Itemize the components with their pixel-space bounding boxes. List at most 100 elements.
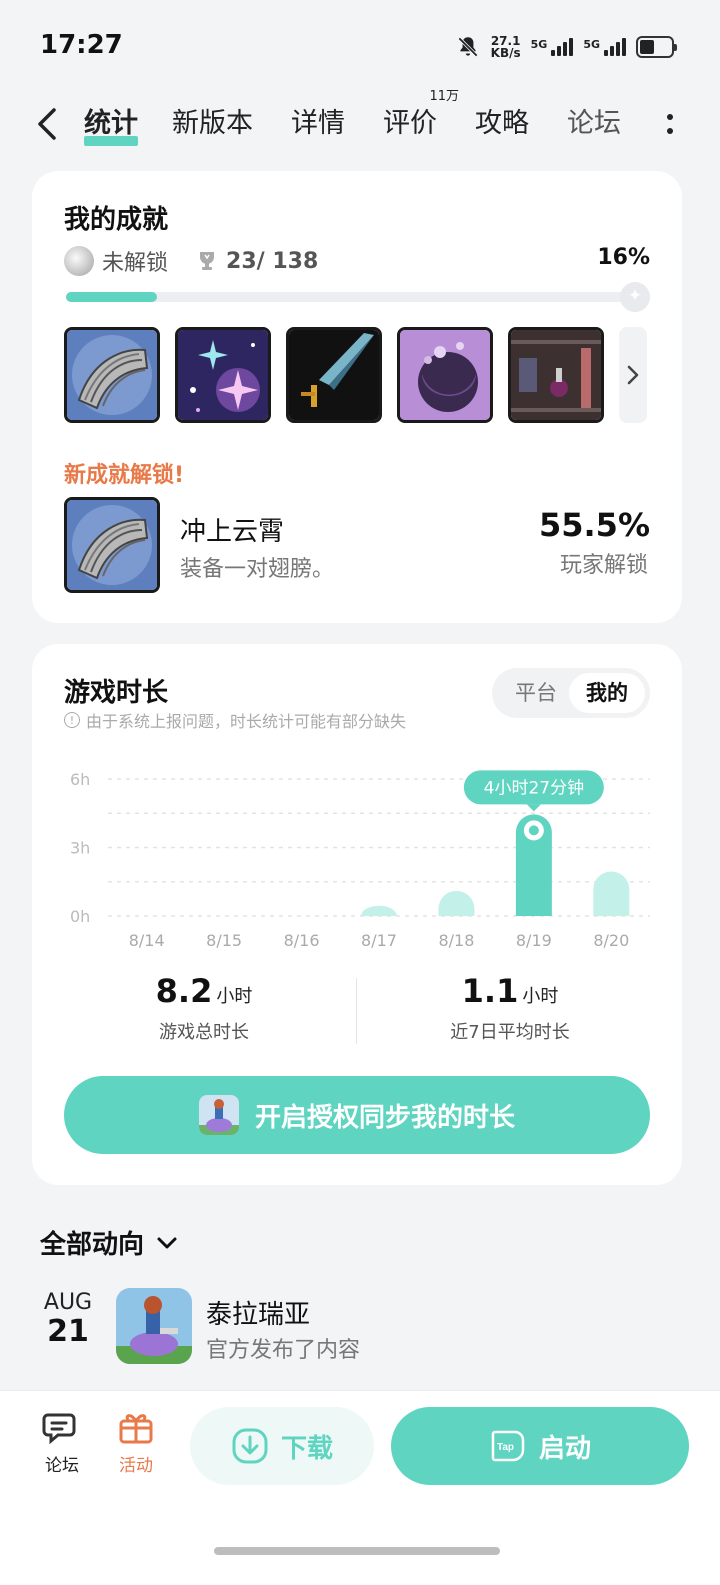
tab-reviews-label: 评价 xyxy=(383,108,437,139)
sync-button-label: 开启授权同步我的时长 xyxy=(254,1102,515,1133)
y-tick-label: 6h xyxy=(70,770,90,789)
y-tick-label: 3h xyxy=(70,839,90,858)
new-achievement-percent-label: 玩家解锁 xyxy=(559,553,648,578)
badge-shadow-orb[interactable] xyxy=(397,327,493,423)
home-indicator xyxy=(214,1547,500,1555)
blade-icon xyxy=(289,330,379,420)
bottom-bar: 论坛 活动 下载 Tap 启动 xyxy=(0,1390,720,1585)
x-tick-label: 8/16 xyxy=(284,931,320,950)
chart-bar[interactable] xyxy=(593,871,630,916)
chevron-down-icon xyxy=(157,1237,177,1248)
total-playtime-label: 游戏总时长 xyxy=(159,1022,249,1043)
trends-filter[interactable]: 全部动向 xyxy=(40,1224,180,1261)
shadow-orb-icon xyxy=(400,330,490,420)
feed-game-icon[interactable] xyxy=(116,1288,192,1364)
sync-playtime-button[interactable]: 开启授权同步我的时长 xyxy=(64,1076,650,1154)
locked-orb-icon xyxy=(64,246,94,276)
progress-star-icon xyxy=(620,282,650,312)
sparkle-icon xyxy=(178,330,268,420)
playtime-note: ! 由于系统上报问题，时长统计可能有部分缺失 xyxy=(64,708,406,732)
activity-button[interactable]: 活动 xyxy=(106,1409,166,1476)
battery-icon xyxy=(636,36,677,58)
forum-chat-icon xyxy=(42,1413,76,1445)
tab-details[interactable]: 详情 xyxy=(291,104,345,144)
y-tick-label: 0h xyxy=(70,907,90,926)
tab-stats[interactable]: 统计 xyxy=(84,104,138,146)
wings-icon xyxy=(67,500,157,590)
achievement-progress xyxy=(66,282,650,312)
more-menu-icon[interactable] xyxy=(666,110,674,140)
svg-text:Tap: Tap xyxy=(497,1442,514,1453)
platform-toggle: 平台 我的 xyxy=(492,668,650,718)
status-bar: 17:27 27.1 KB/s 5G 5G xyxy=(0,0,720,90)
chart-tooltip-label: 4小时27分钟 xyxy=(484,778,584,798)
back-arrow-icon[interactable] xyxy=(30,104,64,144)
chart-bar[interactable] xyxy=(361,905,397,916)
x-tick-label: 8/17 xyxy=(361,931,397,950)
download-icon xyxy=(232,1428,268,1464)
status-icons: 27.1 KB/s 5G 5G xyxy=(455,34,677,60)
gift-icon xyxy=(119,1414,153,1444)
avg-playtime-unit: 小时 xyxy=(522,986,559,1007)
clock: 17:27 xyxy=(40,30,123,60)
tab-bar: 统计 新版本 详情 评价 11万 攻略 论坛 xyxy=(80,90,621,146)
achievement-status: 未解锁 23/ 138 xyxy=(64,245,318,277)
new-achievement-name: 冲上云霄 xyxy=(180,517,285,547)
playtime-card: 游戏时长 ! 由于系统上报问题，时长统计可能有部分缺失 平台 我的 0h 3h 6h… xyxy=(32,644,682,1185)
achievement-count: 23/ 138 xyxy=(226,248,319,274)
start-button[interactable]: Tap 启动 xyxy=(391,1407,689,1485)
badge-wings[interactable] xyxy=(64,327,160,423)
trends-title-label: 全部动向 xyxy=(40,1230,145,1260)
badges-more-button[interactable] xyxy=(619,327,647,423)
new-achievement-percent: 55.5% xyxy=(538,506,650,544)
top-nav: 统计 新版本 详情 评价 11万 攻略 论坛 xyxy=(0,90,720,160)
achievements-card: 我的成就 未解锁 23/ 138 16% ✦ 新成就解锁! 冲上云霄 装备一对翅… xyxy=(32,171,682,623)
trophy-icon xyxy=(200,252,215,270)
chevron-right-icon xyxy=(627,365,639,385)
tap-logo-icon: Tap xyxy=(491,1430,525,1462)
feed-subtitle: 官方发布了内容 xyxy=(206,1338,361,1363)
tab-reviews[interactable]: 评价 11万 xyxy=(383,90,459,144)
playtime-chart: 0h 3h 6h 8/14 8/15 8/16 8/17 8/18 4小时27分钟 8/19 8/2… xyxy=(70,770,650,950)
x-tick-label: 8/20 xyxy=(593,931,629,950)
network-speed: 27.1 KB/s xyxy=(490,34,521,60)
toggle-platform[interactable]: 平台 xyxy=(498,673,574,713)
playtime-note-text: 由于系统上报问题，时长统计可能有部分缺失 xyxy=(86,712,407,731)
feed-month: AUG xyxy=(43,1290,93,1315)
signal-bars-icon xyxy=(604,38,626,56)
chart-bar[interactable] xyxy=(438,890,475,916)
tab-guides[interactable]: 攻略 xyxy=(475,104,529,144)
feed-day: 21 xyxy=(47,1314,89,1349)
badge-sparkles[interactable] xyxy=(175,327,271,423)
wings-icon xyxy=(67,330,157,420)
game-icon xyxy=(198,1095,239,1135)
achievement-percent: 16% xyxy=(597,245,650,270)
avg-playtime-value: 1.1 xyxy=(461,972,519,1010)
x-tick-label: 8/18 xyxy=(438,931,474,950)
stat-divider xyxy=(356,978,357,1044)
bar-marker-dot xyxy=(528,825,539,836)
total-playtime-unit: 小时 xyxy=(216,986,253,1007)
info-icon: ! xyxy=(64,712,80,728)
x-tick-label: 8/14 xyxy=(129,931,165,950)
download-button[interactable]: 下载 xyxy=(190,1407,374,1485)
tab-new-version[interactable]: 新版本 xyxy=(172,104,253,144)
achievement-badges xyxy=(64,327,647,423)
x-tick-label: 8/15 xyxy=(206,931,242,950)
signal-1: 5G xyxy=(531,38,574,56)
total-playtime-stat: 8.2 小时 游戏总时长 xyxy=(54,972,354,1044)
achievement-progress-fill xyxy=(66,292,158,302)
toggle-mine[interactable]: 我的 xyxy=(569,673,645,713)
new-achievement-badge[interactable] xyxy=(64,497,160,593)
new-achievement-desc: 装备一对翅膀。 xyxy=(180,557,335,582)
playtime-title: 游戏时长 xyxy=(64,678,169,708)
start-label: 启动 xyxy=(538,1433,591,1464)
tab-forum[interactable]: 论坛 xyxy=(567,104,621,144)
reviews-count-badge: 11万 xyxy=(429,89,459,104)
badge-alchemy[interactable] xyxy=(508,327,604,423)
forum-button[interactable]: 论坛 xyxy=(32,1409,92,1476)
chart-tooltip-pointer xyxy=(526,804,541,812)
badge-blade[interactable] xyxy=(286,327,382,423)
feed-game-name[interactable]: 泰拉瑞亚 xyxy=(206,1294,310,1331)
signal-bars-icon xyxy=(551,38,574,56)
